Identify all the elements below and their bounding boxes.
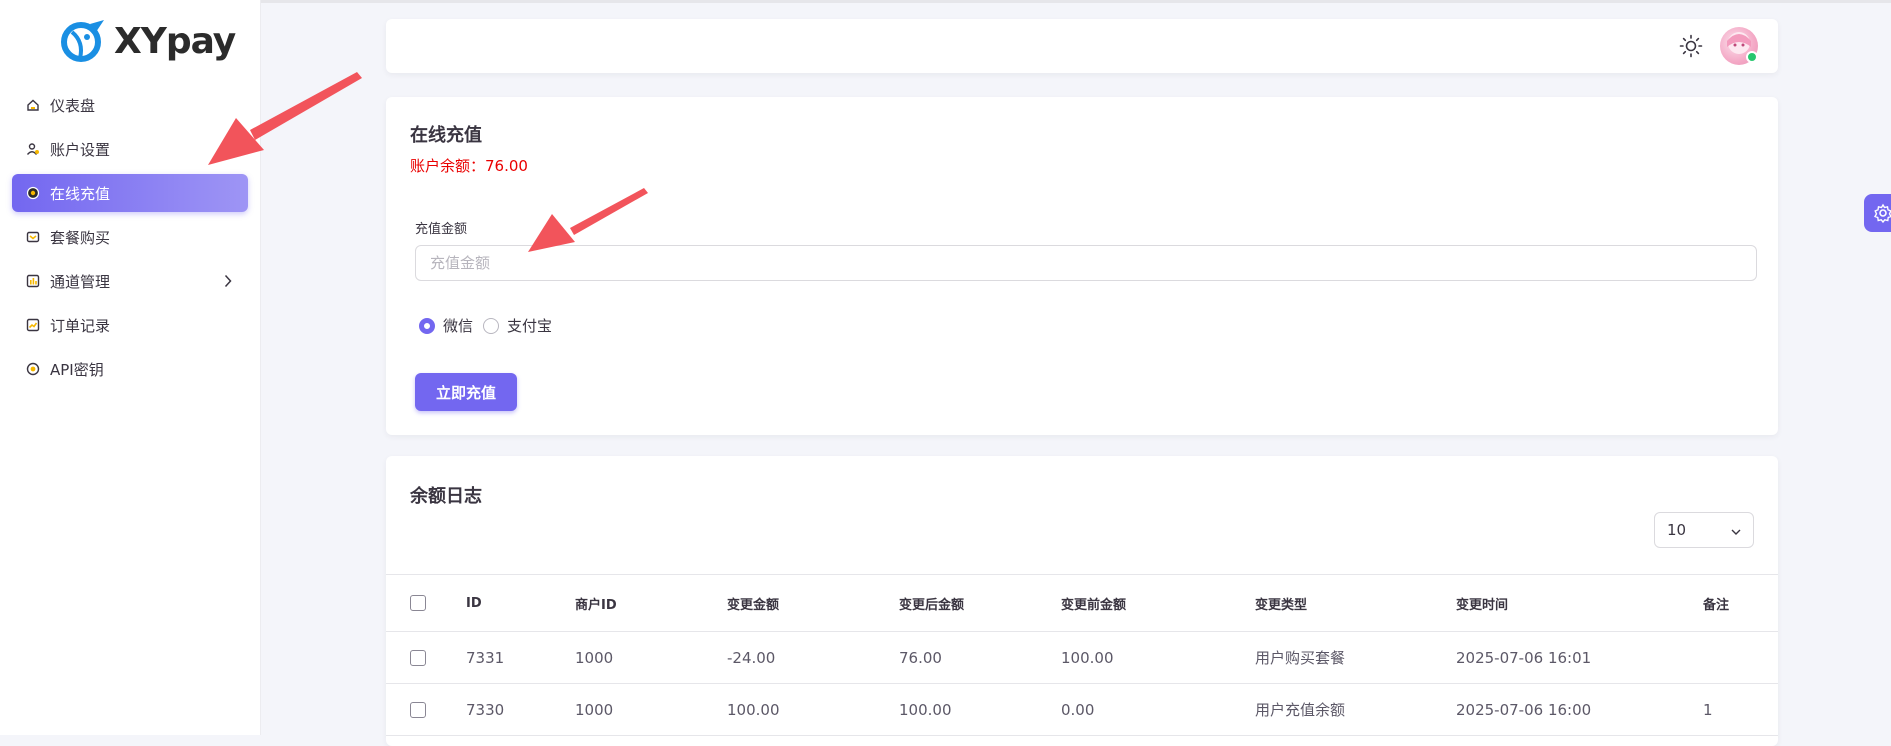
balance-log-title: 余额日志 (410, 486, 482, 507)
page-size-select[interactable]: 10 (1654, 512, 1754, 548)
amount-label: 充值金额 (415, 222, 468, 237)
sidebar-item-label: 账户设置 (50, 140, 111, 159)
table-header-row: ID 商户ID 变更金额 变更后金额 变更前金额 变更类型 变更时间 备注 (386, 574, 1778, 632)
select-all-cell (386, 574, 465, 632)
column-header[interactable]: 变更时间 (1455, 574, 1702, 632)
payment-option-alipay[interactable]: 支付宝 (483, 315, 552, 336)
page-size-value: 10 (1667, 521, 1687, 539)
dashboard-icon (26, 98, 40, 112)
column-header[interactable]: 商户ID (574, 574, 726, 632)
channel-icon (26, 274, 40, 288)
online-status-dot (1746, 51, 1758, 63)
sidebar-item-account-settings[interactable]: 账户设置 (12, 130, 248, 168)
brand-logo[interactable]: XYpay (60, 16, 236, 66)
sidebar-item-order-records[interactable]: 订单记录 (12, 306, 248, 344)
column-header[interactable]: 变更后金额 (898, 574, 1060, 632)
column-header[interactable]: ID (465, 574, 574, 632)
api-key-icon (26, 362, 40, 376)
sidebar-item-label: 在线充值 (50, 184, 111, 203)
cell-after-amount: 76.00 (898, 631, 1060, 684)
row-select-cell (386, 631, 465, 684)
cell-change-time: 2025-07-06 16:00 (1455, 683, 1702, 736)
row-checkbox[interactable] (410, 702, 426, 718)
sidebar-item-package-purchase[interactable]: 套餐购买 (12, 218, 248, 256)
recharge-title: 在线充值 (410, 125, 482, 146)
row-checkbox[interactable] (410, 650, 426, 666)
sidebar-item-channel-management[interactable]: 通道管理 (12, 262, 248, 300)
row-select-cell (386, 683, 465, 736)
sidebar: XYpay 仪表盘 账户设置 在线充值 套餐购买 通道管理 订单记录 API密钥 (0, 0, 261, 735)
sidebar-item-online-recharge[interactable]: 在线充值 (12, 174, 248, 212)
cell-after-amount: 100.00 (898, 683, 1060, 736)
account-balance: 账户余额：76.00 (410, 157, 528, 175)
payment-method-group: 微信 支付宝 (419, 315, 562, 336)
recharge-icon (26, 186, 40, 200)
payment-option-label: 支付宝 (507, 317, 553, 335)
package-icon (26, 230, 40, 244)
column-header[interactable]: 变更金额 (726, 574, 898, 632)
column-header[interactable]: 备注 (1702, 574, 1778, 632)
cell-change-amount: 100.00 (726, 683, 898, 736)
recharge-card: 在线充值 账户余额：76.00 充值金额 微信 支付宝 立即充值 (386, 97, 1778, 435)
top-header (386, 19, 1778, 73)
chevron-right-icon (224, 274, 232, 292)
table-row: 7331 1000 -24.00 76.00 100.00 用户购买套餐 202… (386, 631, 1778, 684)
sidebar-item-label: 通道管理 (50, 272, 111, 291)
cell-merchant-id: 1000 (574, 683, 726, 736)
radio-unchecked-icon (483, 317, 500, 334)
sidebar-item-label: 订单记录 (50, 316, 111, 335)
cell-before-amount: 100.00 (1060, 631, 1254, 684)
recharge-amount-input[interactable] (415, 245, 1757, 281)
column-header[interactable]: 变更前金额 (1060, 574, 1254, 632)
cell-before-amount: 0.00 (1060, 683, 1254, 736)
cell-remark: 1 (1702, 683, 1778, 736)
cell-merchant-id: 1000 (574, 631, 726, 684)
cell-change-time: 2025-07-06 16:01 (1455, 631, 1702, 684)
sidebar-item-label: API密钥 (50, 360, 104, 379)
top-border (0, 0, 1891, 3)
sidebar-nav: 仪表盘 账户设置 在线充值 套餐购买 通道管理 订单记录 API密钥 (12, 86, 248, 394)
sidebar-item-label: 套餐购买 (50, 228, 111, 247)
sidebar-item-api-key[interactable]: API密钥 (12, 350, 248, 388)
sun-icon[interactable] (1679, 34, 1703, 58)
cell-id: 7331 (465, 631, 574, 684)
logo-mark-icon (61, 20, 104, 62)
cell-remark (1702, 631, 1778, 684)
select-all-checkbox[interactable] (410, 595, 426, 611)
table-row: 7330 1000 100.00 100.00 0.00 用户充值余额 2025… (386, 683, 1778, 736)
balance-log-card: 余额日志 10 ID 商户ID 变更金额 变更后金额 变更前金额 变更类型 变更… (386, 456, 1778, 746)
cell-change-amount: -24.00 (726, 631, 898, 684)
orders-icon (26, 318, 40, 332)
gear-icon (1873, 203, 1891, 223)
cell-id: 7330 (465, 683, 574, 736)
payment-option-label: 微信 (443, 317, 474, 335)
recharge-submit-button[interactable]: 立即充值 (415, 373, 517, 411)
brand-name: XYpay (114, 20, 236, 62)
avatar[interactable] (1720, 27, 1758, 65)
theme-customizer-toggle[interactable] (1864, 194, 1891, 232)
chevron-down-icon (1731, 521, 1741, 539)
cell-change-type: 用户购买套餐 (1254, 631, 1455, 684)
radio-checked-icon (419, 317, 435, 334)
cell-change-type: 用户充值余额 (1254, 683, 1455, 736)
sidebar-item-label: 仪表盘 (50, 96, 96, 115)
user-settings-icon (26, 142, 40, 156)
sidebar-item-dashboard[interactable]: 仪表盘 (12, 86, 248, 124)
balance-log-table: ID 商户ID 变更金额 变更后金额 变更前金额 变更类型 变更时间 备注 73… (386, 574, 1778, 736)
column-header[interactable]: 变更类型 (1254, 574, 1455, 632)
payment-option-wechat[interactable]: 微信 (419, 315, 473, 336)
